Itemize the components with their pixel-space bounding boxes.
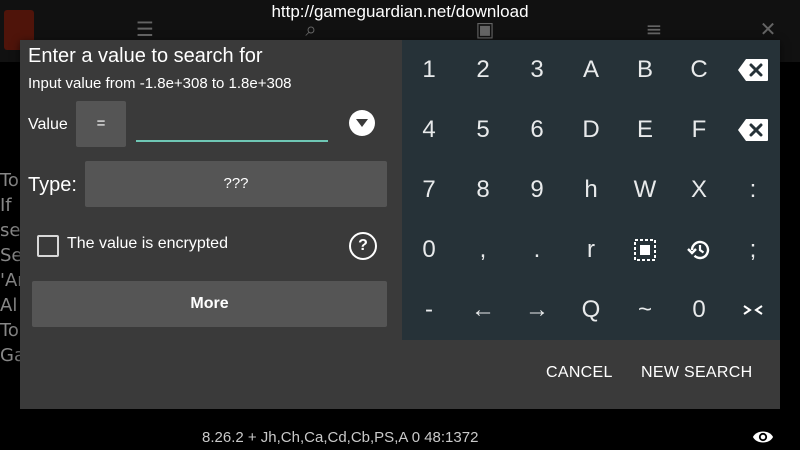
backspace-icon xyxy=(737,118,769,142)
history-icon xyxy=(686,238,712,262)
dialog-title: Enter a value to search for xyxy=(28,45,263,67)
select-all-icon xyxy=(634,239,656,261)
dialog-subtitle: Input value from -1.8e+308 to 1.8e+308 xyxy=(28,75,292,92)
key-button[interactable]: h xyxy=(564,160,618,220)
status-bar: 8.26.2 + Jh,Ch,Ca,Cd,Cb,PS,A 0 48:1372 xyxy=(0,424,800,450)
key-button[interactable]: - xyxy=(402,280,456,340)
keypad: 1 2 3 A B C 4 5 6 D E F 7 8 9 h W X:0,. r; - ← → Q ~0 xyxy=(402,40,780,340)
key-button[interactable]: X xyxy=(672,160,726,220)
key-button[interactable]: B xyxy=(618,40,672,100)
key-button[interactable]: 0 xyxy=(402,220,456,280)
key-button[interactable]: 4 xyxy=(402,100,456,160)
type-label: Type: xyxy=(28,174,77,196)
key-button[interactable]: 0 xyxy=(672,280,726,340)
key-history[interactable] xyxy=(672,220,726,280)
key-button[interactable]: 8 xyxy=(456,160,510,220)
eye-icon[interactable] xyxy=(752,428,774,446)
value-label: Value xyxy=(28,116,68,133)
key-button[interactable]: → xyxy=(510,280,564,340)
key-button[interactable]: Q xyxy=(564,280,618,340)
url-banner: http://gameguardian.net/download xyxy=(271,2,529,21)
key-button[interactable]: 1 xyxy=(402,40,456,100)
key-button[interactable]: 9 xyxy=(510,160,564,220)
backspace-icon xyxy=(737,58,769,82)
status-text: 8.26.2 + Jh,Ch,Ca,Cd,Cb,PS,A 0 48:1372 xyxy=(202,429,479,446)
key-button[interactable]: F xyxy=(672,100,726,160)
key-button[interactable]: 7 xyxy=(402,160,456,220)
key-button[interactable]: 6 xyxy=(510,100,564,160)
key-button[interactable]: D xyxy=(564,100,618,160)
key-button[interactable]: , xyxy=(456,220,510,280)
key-button[interactable]: : xyxy=(726,160,780,220)
history-dropdown-button[interactable] xyxy=(349,110,375,136)
encrypted-checkbox[interactable] xyxy=(37,235,59,257)
key-button[interactable]: A xyxy=(564,40,618,100)
key-button[interactable]: ← xyxy=(456,280,510,340)
key-button[interactable]: 3 xyxy=(510,40,564,100)
key-button[interactable]: W xyxy=(618,160,672,220)
operator-button[interactable]: = xyxy=(76,101,126,147)
collapse-icon xyxy=(742,304,764,316)
key-backspace[interactable] xyxy=(726,100,780,160)
encrypted-label[interactable]: The value is encrypted xyxy=(67,235,228,253)
key-button[interactable]: . xyxy=(510,220,564,280)
type-select[interactable]: ??? xyxy=(85,161,387,207)
key-button[interactable]: E xyxy=(618,100,672,160)
key-collapse[interactable] xyxy=(726,280,780,340)
key-button[interactable]: 5 xyxy=(456,100,510,160)
chevron-down-icon xyxy=(356,119,368,127)
key-button[interactable]: r xyxy=(564,220,618,280)
key-button[interactable]: 2 xyxy=(456,40,510,100)
more-button[interactable]: More xyxy=(32,281,387,327)
key-button[interactable]: ; xyxy=(726,220,780,280)
help-icon[interactable]: ? xyxy=(349,232,377,260)
key-button[interactable]: C xyxy=(672,40,726,100)
key-select-all[interactable] xyxy=(618,220,672,280)
key-backspace[interactable] xyxy=(726,40,780,100)
new-search-button[interactable]: NEW SEARCH xyxy=(641,364,752,382)
cancel-button[interactable]: CANCEL xyxy=(546,364,613,382)
key-button[interactable]: ~ xyxy=(618,280,672,340)
value-input[interactable] xyxy=(136,110,328,142)
